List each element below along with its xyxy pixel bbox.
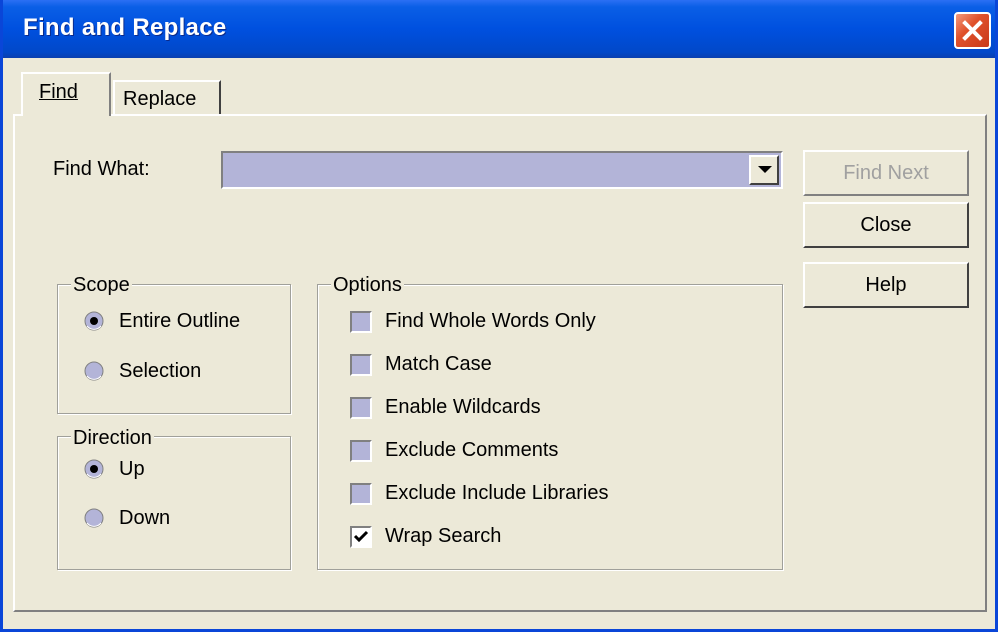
scope-group: [57, 284, 291, 414]
tab-find-label: Find: [39, 81, 78, 103]
close-x-icon: [962, 20, 983, 41]
chevron-down-icon: [758, 166, 772, 173]
checkbox-match-case[interactable]: [350, 354, 372, 376]
checkbox-wrap-search-label[interactable]: Wrap Search: [385, 525, 501, 548]
checkbox-find-whole-words[interactable]: [350, 311, 372, 333]
direction-group: [57, 436, 291, 570]
help-button[interactable]: Help: [803, 262, 969, 308]
close-button[interactable]: Close: [803, 202, 969, 248]
checkmark-icon: [353, 530, 369, 543]
radio-down[interactable]: [84, 508, 104, 528]
checkbox-enable-wildcards[interactable]: [350, 397, 372, 419]
checkbox-exclude-include-libraries[interactable]: [350, 483, 372, 505]
checkbox-wrap-search[interactable]: [350, 526, 372, 548]
radio-up[interactable]: [84, 459, 104, 479]
window-title: Find and Replace: [23, 14, 227, 41]
title-bar[interactable]: Find and Replace: [3, 0, 995, 58]
radio-selection-label[interactable]: Selection: [119, 360, 201, 383]
radio-up-label[interactable]: Up: [119, 458, 145, 481]
find-what-combobox[interactable]: [221, 151, 783, 189]
find-what-label: Find What:: [53, 158, 150, 180]
checkbox-exclude-comments-label[interactable]: Exclude Comments: [385, 439, 558, 462]
tab-find[interactable]: Find: [21, 72, 111, 116]
tab-replace[interactable]: Replace: [113, 80, 221, 116]
tab-replace-label: Replace: [123, 88, 197, 110]
checkbox-match-case-label[interactable]: Match Case: [385, 353, 492, 376]
direction-group-title: Direction: [71, 426, 154, 450]
find-what-dropdown-button[interactable]: [749, 155, 779, 185]
close-window-button[interactable]: [954, 12, 991, 49]
radio-entire-outline[interactable]: [84, 311, 104, 331]
options-group-title: Options: [331, 273, 404, 297]
find-next-button[interactable]: Find Next: [803, 150, 969, 196]
checkbox-exclude-comments[interactable]: [350, 440, 372, 462]
radio-selection[interactable]: [84, 361, 104, 381]
radio-down-label[interactable]: Down: [119, 507, 170, 530]
scope-group-title: Scope: [71, 273, 132, 297]
radio-dot-icon: [90, 317, 98, 325]
checkbox-exclude-include-libraries-label[interactable]: Exclude Include Libraries: [385, 482, 608, 505]
find-replace-dialog: Find and Replace Find Replace Find What:…: [0, 0, 998, 632]
checkbox-enable-wildcards-label[interactable]: Enable Wildcards: [385, 396, 541, 419]
radio-dot-icon: [90, 465, 98, 473]
checkbox-find-whole-words-label[interactable]: Find Whole Words Only: [385, 310, 596, 333]
radio-entire-outline-label[interactable]: Entire Outline: [119, 310, 240, 333]
